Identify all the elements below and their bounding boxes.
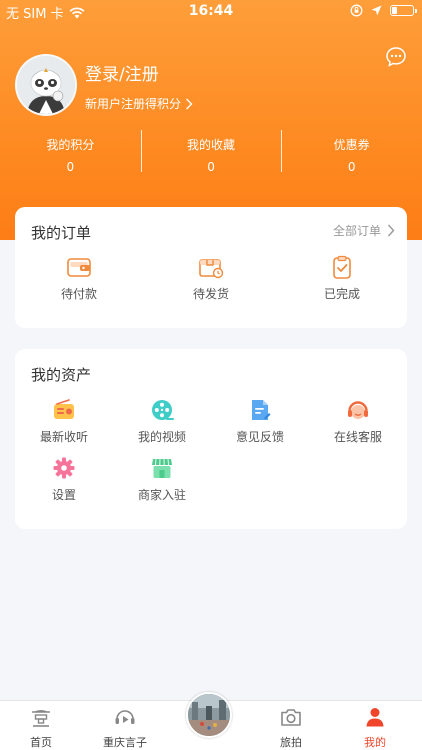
asset-label: 在线客服	[333, 430, 382, 444]
order-pending-payment[interactable]: 待付款	[34, 254, 124, 302]
asset-label: 最新收听	[39, 430, 88, 444]
assets-title: 我的资产	[31, 366, 92, 384]
all-orders-label: 全部订单	[332, 224, 381, 238]
asset-merchant-join[interactable]: 商家入驻	[117, 456, 207, 503]
asset-label: 设置	[51, 488, 76, 502]
location-arrow-icon	[371, 5, 382, 16]
message-bubble-icon[interactable]	[385, 46, 407, 68]
orientation-lock-icon	[350, 4, 363, 17]
stat-value: 0	[66, 160, 75, 174]
clipboard-check-icon	[333, 255, 351, 279]
stat-label: 我的积分	[46, 138, 95, 152]
orders-card: 我的订单 全部订单 待付款 待发货 已完成	[15, 207, 407, 328]
profile-header: 无 SIM 卡 16:44 登录/注册 新用户注册得积分 我的积分 0 我的收藏…	[0, 0, 422, 240]
status-bar: 无 SIM 卡 16:44	[0, 0, 422, 22]
tab-label: 重庆言子	[103, 736, 147, 749]
asset-feedback[interactable]: 意见反馈	[215, 398, 305, 445]
store-icon	[152, 458, 172, 478]
register-hint-text: 新用户注册得积分	[85, 97, 182, 111]
stat-label: 优惠券	[333, 138, 370, 152]
status-right	[350, 4, 417, 17]
wallet-icon	[67, 258, 91, 277]
avatar[interactable]	[15, 54, 77, 116]
order-label: 待发货	[192, 287, 229, 301]
film-reel-icon	[152, 400, 174, 420]
stat-label: 我的收藏	[187, 138, 236, 152]
orders-title: 我的订单	[31, 224, 92, 242]
order-label: 已完成	[323, 287, 360, 301]
asset-label: 我的视频	[137, 430, 186, 444]
login-register-link[interactable]: 登录/注册	[85, 60, 159, 85]
package-icon	[199, 259, 224, 279]
tab-mine[interactable]: 我的	[340, 706, 410, 750]
register-points-link[interactable]: 新用户注册得积分	[85, 95, 193, 112]
stat-value: 0	[207, 160, 215, 174]
radio-icon	[54, 399, 74, 419]
home-pagoda-icon	[32, 710, 50, 727]
asset-label: 商家入驻	[137, 488, 186, 502]
stats-row: 我的积分 0 我的收藏 0 优惠券 0	[0, 130, 422, 176]
tab-label: 我的	[364, 736, 386, 749]
tab-home[interactable]: 首页	[6, 706, 76, 750]
asset-settings[interactable]: 设置	[19, 456, 109, 503]
settings-icon	[53, 457, 75, 479]
all-orders-link[interactable]: 全部订单	[333, 222, 395, 239]
panda-mascot-icon	[17, 56, 75, 114]
stat-coupons[interactable]: 优惠券 0	[281, 130, 422, 176]
asset-online-support[interactable]: 在线客服	[313, 398, 403, 445]
asset-recent-listening[interactable]: 最新收听	[19, 398, 109, 445]
stat-points[interactable]: 我的积分 0	[0, 130, 141, 176]
asset-my-videos[interactable]: 我的视频	[117, 398, 207, 445]
order-label: 待付款	[60, 287, 97, 301]
tab-chongqing-dialect[interactable]: 重庆言子	[90, 706, 160, 750]
tab-travel-photo[interactable]: 旅拍	[256, 706, 326, 750]
camera-icon	[281, 709, 301, 726]
chevron-right-icon	[387, 224, 395, 237]
headset-icon	[348, 401, 368, 419]
city-photo-icon	[188, 694, 230, 736]
tab-label: 首页	[30, 736, 52, 749]
stat-value: 0	[347, 160, 356, 174]
assets-card: 我的资产 最新收听 我的视频 意见反馈 在线客服 设置 商家入驻	[15, 349, 407, 529]
user-icon	[366, 708, 384, 727]
stat-favorites[interactable]: 我的收藏 0	[140, 130, 282, 176]
battery-icon	[390, 5, 417, 16]
tab-label: 旅拍	[280, 736, 302, 749]
chevron-right-icon	[186, 98, 193, 109]
asset-label: 意见反馈	[235, 430, 284, 444]
order-completed[interactable]: 已完成	[297, 254, 387, 302]
center-feature-button[interactable]	[186, 692, 232, 738]
audio-play-icon	[115, 710, 135, 724]
order-pending-shipment[interactable]: 待发货	[166, 254, 256, 302]
feedback-doc-icon	[252, 400, 271, 420]
